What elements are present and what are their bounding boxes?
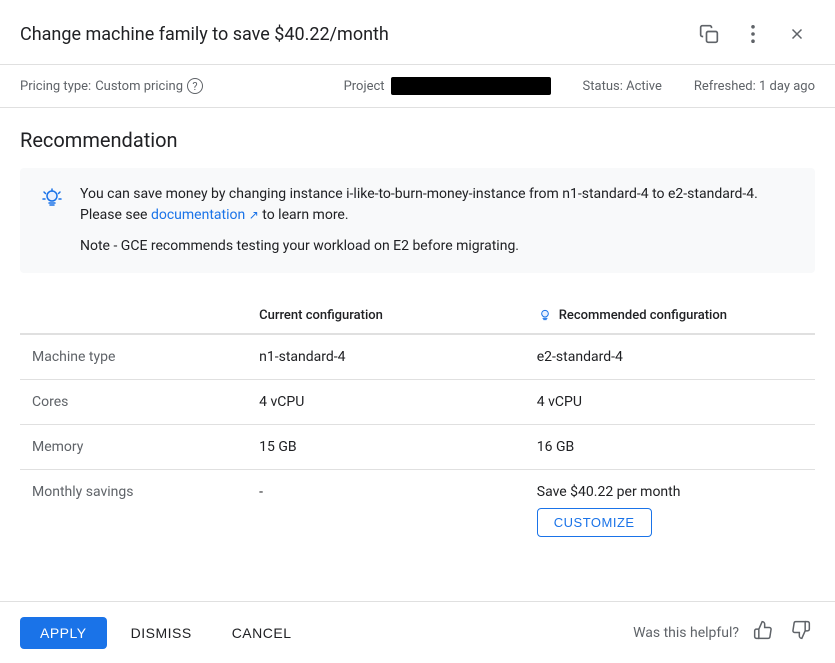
refreshed-value: 1 day ago (759, 79, 815, 94)
pricing-info: Pricing type: Custom pricing ? (20, 78, 203, 94)
col-header-current: Current configuration (247, 297, 525, 334)
recommended-lightbulb-icon (537, 307, 553, 323)
row-recommended: 4 vCPU (525, 380, 815, 425)
thumbs-up-button[interactable] (749, 616, 777, 649)
customize-button[interactable]: CUSTOMIZE (537, 508, 652, 537)
row-recommended: e2-standard-4 (525, 334, 815, 380)
status-value: Active (626, 79, 662, 94)
row-recommended: Save $40.22 per month CUSTOMIZE (525, 470, 815, 552)
status-section: Status: Active (583, 79, 662, 94)
info-text-block: You can save money by changing instance … (80, 184, 795, 257)
config-table: Current configuration Recommended config… (20, 297, 815, 551)
pricing-label: Pricing type: (20, 79, 91, 94)
row-label: Cores (20, 380, 247, 425)
status-label: Status: (583, 79, 623, 94)
helpful-label: Was this helpful? (633, 625, 739, 641)
table-row: Memory15 GB16 GB (20, 425, 815, 470)
row-label: Memory (20, 425, 247, 470)
row-current: 15 GB (247, 425, 525, 470)
header-icon-group (691, 16, 815, 52)
apply-button[interactable]: APPLY (20, 617, 107, 649)
documentation-link[interactable]: documentation ↗ (151, 207, 262, 223)
table-row: Cores4 vCPU4 vCPU (20, 380, 815, 425)
main-content: Recommendation You can save money by cha… (0, 108, 835, 551)
pricing-value: Custom pricing (95, 79, 183, 94)
row-current: n1-standard-4 (247, 334, 525, 380)
col-header-label (20, 297, 247, 334)
project-label: Project (344, 79, 385, 94)
lightbulb-icon (40, 186, 64, 210)
row-current: 4 vCPU (247, 380, 525, 425)
row-recommended: 16 GB (525, 425, 815, 470)
dialog-header: Change machine family to save $40.22/mon… (0, 0, 835, 65)
project-value (391, 77, 551, 95)
dialog-title: Change machine family to save $40.22/mon… (20, 24, 389, 45)
more-options-button[interactable] (735, 16, 771, 52)
dismiss-button[interactable]: DISMISS (115, 617, 208, 649)
copy-button[interactable] (691, 16, 727, 52)
footer: APPLY DISMISS CANCEL Was this helpful? (0, 601, 835, 663)
table-row: Monthly savings-Save $40.22 per month CUS… (20, 470, 815, 552)
table-row: Machine typen1-standard-4e2-standard-4 (20, 334, 815, 380)
savings-text: Save $40.22 per month (537, 484, 803, 500)
section-title: Recommendation (20, 128, 815, 152)
row-label: Monthly savings (20, 470, 247, 552)
row-label: Machine type (20, 334, 247, 380)
external-link-icon: ↗ (249, 206, 259, 224)
row-current: - (247, 470, 525, 552)
info-note: Note - GCE recommends testing your workl… (80, 236, 795, 257)
info-text-2: to learn more. (262, 207, 348, 223)
help-icon[interactable]: ? (187, 78, 203, 94)
close-button[interactable] (779, 16, 815, 52)
refreshed-label: Refreshed: (694, 79, 756, 94)
helpful-section: Was this helpful? (633, 616, 815, 649)
refreshed-section: Refreshed: 1 day ago (694, 79, 815, 94)
meta-row: Pricing type: Custom pricing ? Project S… (0, 65, 835, 108)
cancel-button[interactable]: CANCEL (216, 617, 308, 649)
info-box: You can save money by changing instance … (20, 168, 815, 273)
col-header-recommended: Recommended configuration (525, 297, 815, 334)
thumbs-down-button[interactable] (787, 616, 815, 649)
project-section: Project (344, 77, 551, 95)
